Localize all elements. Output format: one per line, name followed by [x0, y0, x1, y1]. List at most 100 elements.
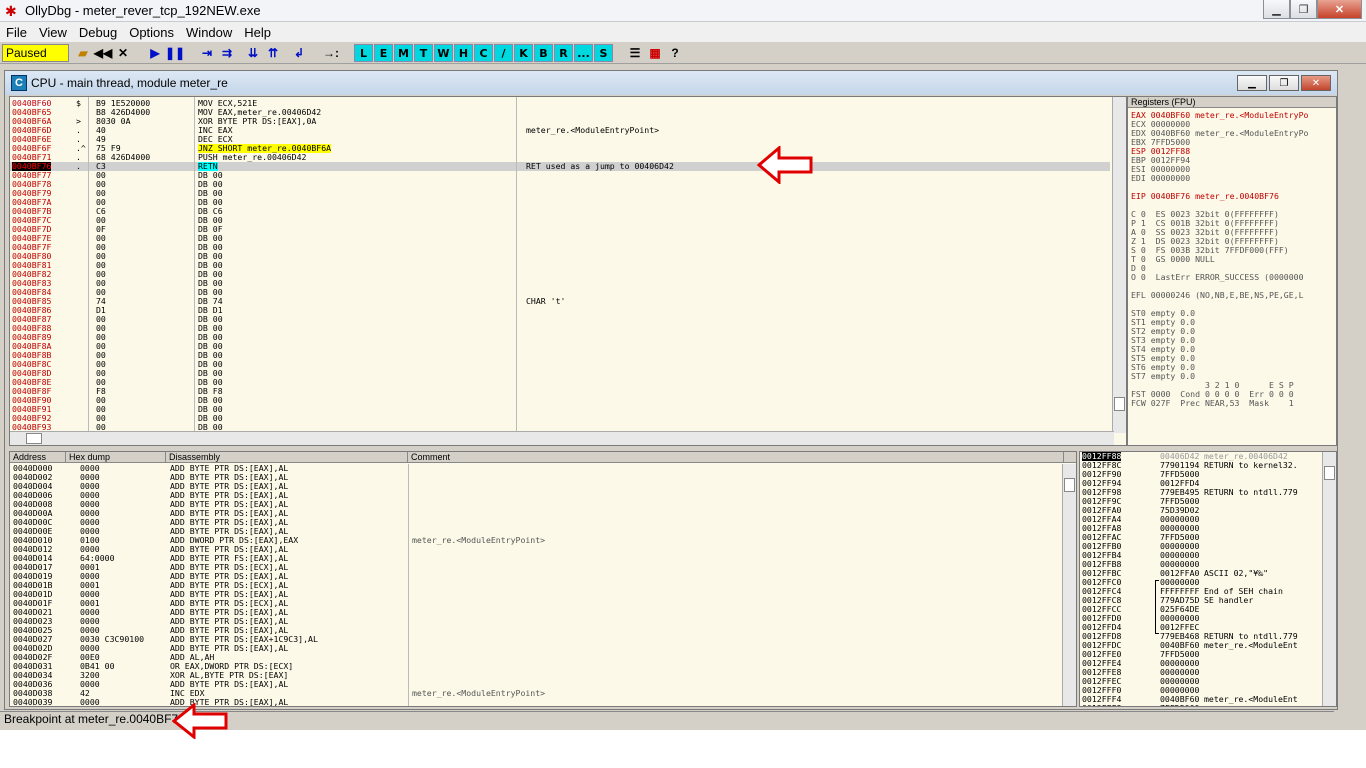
disassembly-vscrollbar[interactable]	[1112, 97, 1126, 433]
registers-pane[interactable]: Registers (FPU) EAX 0040BF60 meter_re.<M…	[1127, 96, 1337, 446]
run-icon[interactable]: ▶	[146, 44, 164, 62]
dump-row[interactable]: 0040D00C 0000 ADD BYTE PTR DS:[EAX],AL	[10, 518, 1064, 527]
dump-row[interactable]: 0040D038 42 INC EDX meter_re.<ModuleEntryPo…	[10, 689, 1064, 698]
restart-icon[interactable]: ◀◀	[94, 44, 112, 62]
trace-into-icon[interactable]: ⇊	[244, 44, 262, 62]
dump-row[interactable]: 0040D004 0000 ADD BYTE PTR DS:[EAX],AL	[10, 482, 1064, 491]
close-program-icon[interactable]: ✕	[114, 44, 132, 62]
dump-row[interactable]: 0040D027 0030 C3C90100 ADD BYTE PTR DS:[EA…	[10, 635, 1064, 644]
open-icon[interactable]: ▰	[74, 44, 92, 62]
minimize-button[interactable]: ▁	[1263, 0, 1290, 19]
menu-debug[interactable]: Debug	[73, 25, 123, 40]
stack-row[interactable]: 0012FFF8 7FFD5000	[1080, 704, 1324, 707]
disasm-row[interactable]: 0040BF8A 00 DB 00	[10, 342, 1110, 351]
disasm-row[interactable]: 0040BF88 00 DB 00	[10, 324, 1110, 333]
goto-icon[interactable]: →:	[322, 44, 340, 62]
dump-row[interactable]: 0040D017 0001 ADD BYTE PTR DS:[ECX],AL	[10, 563, 1064, 572]
dump-row[interactable]: 0040D002 0000 ADD BYTE PTR DS:[EAX],AL	[10, 473, 1064, 482]
disasm-row[interactable]: 0040BF80 00 DB 00	[10, 252, 1110, 261]
disasm-row[interactable]: 0040BF78 00 DB 00	[10, 180, 1110, 189]
dump-row[interactable]: 0040D02D 0000 ADD BYTE PTR DS:[EAX],AL	[10, 644, 1064, 653]
disasm-row[interactable]: 0040BF85 74 DB 74 CHAR 't'	[10, 297, 1110, 306]
register-line[interactable]: O 0 LastErr ERROR_SUCCESS (0000000	[1131, 273, 1308, 282]
call-stack-button[interactable]: K	[514, 44, 533, 62]
register-line[interactable]: FCW 027F Prec NEAR,53 Mask 1	[1131, 399, 1308, 408]
log-window-button[interactable]: L	[354, 44, 373, 62]
executable-modules-button[interactable]: E	[374, 44, 393, 62]
cpu-button[interactable]: C	[474, 44, 493, 62]
dump-row[interactable]: 0040D000 0000 ADD BYTE PTR DS:[EAX],AL	[10, 464, 1064, 473]
patches-button[interactable]: /	[494, 44, 513, 62]
dump-col-hex[interactable]: Hex dump	[66, 452, 166, 463]
disasm-row[interactable]: 0040BF8E 00 DB 00	[10, 378, 1110, 387]
disasm-row[interactable]: 0040BF60 $ B9 1E520000 MOV ECX,521E	[10, 99, 1110, 108]
pause-icon[interactable]: ❚❚	[165, 44, 185, 62]
stack-vscrollbar[interactable]	[1322, 452, 1336, 706]
threads-button[interactable]: T	[414, 44, 433, 62]
disasm-row[interactable]: 0040BF86 D1 DB D1	[10, 306, 1110, 315]
disasm-row[interactable]: 0040BF7A 00 DB 00	[10, 198, 1110, 207]
cpu-close-button[interactable]: ✕	[1301, 75, 1331, 91]
dump-col-comment[interactable]: Comment	[408, 452, 1064, 463]
scroll-thumb[interactable]	[1064, 478, 1075, 492]
dump-row[interactable]: 0040D025 0000 ADD BYTE PTR DS:[EAX],AL	[10, 626, 1064, 635]
disasm-row[interactable]: 0040BF76. C3 RETN RET used as a jump to 004…	[10, 162, 1110, 171]
dump-pane[interactable]: Address Hex dump Disassembly Comment 004…	[9, 451, 1077, 707]
execute-till-return-icon[interactable]: ↲	[290, 44, 308, 62]
breakpoints-button[interactable]: B	[534, 44, 553, 62]
step-into-icon[interactable]: ⇥	[198, 44, 216, 62]
disasm-row[interactable]: 0040BF8F F8 DB F8	[10, 387, 1110, 396]
close-button[interactable]: ✕	[1317, 0, 1362, 19]
register-line[interactable]: T 0 GS 0000 NULL	[1131, 255, 1308, 264]
disasm-row[interactable]: 0040BF92 00 DB 00	[10, 414, 1110, 423]
register-line[interactable]: EFL 00000246 (NO,NB,E,BE,NS,PE,GE,L	[1131, 291, 1308, 300]
dump-col-address[interactable]: Address	[10, 452, 66, 463]
disasm-row[interactable]: 0040BF8D 00 DB 00	[10, 369, 1110, 378]
disasm-row[interactable]: 0040BF6E. 49 DEC ECX	[10, 135, 1110, 144]
dump-row[interactable]: 0040D01F 0001 ADD BYTE PTR DS:[ECX],AL	[10, 599, 1064, 608]
colors-icon[interactable]: ▦	[646, 44, 664, 62]
dump-row[interactable]: 0040D023 0000 ADD BYTE PTR DS:[EAX],AL	[10, 617, 1064, 626]
disasm-row[interactable]: 0040BF65 B8 426D4000 MOV EAX,meter_re.0040…	[10, 108, 1110, 117]
dump-row[interactable]: 0040D031 0B41 00 OR EAX,DWORD PTR DS:[ECX]	[10, 662, 1064, 671]
trace-over-icon[interactable]: ⇈	[264, 44, 282, 62]
dump-row[interactable]: 0040D010 0100 ADD DWORD PTR DS:[EAX],EAX me…	[10, 536, 1064, 545]
scroll-thumb[interactable]	[1114, 397, 1125, 411]
dump-row[interactable]: 0040D021 0000 ADD BYTE PTR DS:[EAX],AL	[10, 608, 1064, 617]
stack-pane[interactable]: 0012FF88 00406D42 meter_re.00406D42 0012FF8…	[1079, 451, 1337, 707]
disasm-row[interactable]: 0040BF8C 00 DB 00	[10, 360, 1110, 369]
dump-row[interactable]: 0040D01D 0000 ADD BYTE PTR DS:[EAX],AL	[10, 590, 1064, 599]
source-button[interactable]: S	[594, 44, 613, 62]
disasm-row[interactable]: 0040BF83 00 DB 00	[10, 279, 1110, 288]
memory-map-button[interactable]: M	[394, 44, 413, 62]
handles-button[interactable]: H	[454, 44, 473, 62]
list-icon[interactable]: ☰	[626, 44, 644, 62]
menu-file[interactable]: File	[0, 25, 33, 40]
disassembly-pane[interactable]: 0040BF60 $ B9 1E520000 MOV ECX,521E 0040BF65…	[9, 96, 1127, 446]
disassembly-hscrollbar[interactable]	[10, 431, 1114, 445]
references-button[interactable]: R	[554, 44, 573, 62]
disasm-row[interactable]: 0040BF91 00 DB 00	[10, 405, 1110, 414]
dump-row[interactable]: 0040D01B 0001 ADD BYTE PTR DS:[ECX],AL	[10, 581, 1064, 590]
disasm-row[interactable]: 0040BF77 00 DB 00	[10, 171, 1110, 180]
disasm-row[interactable]: 0040BF8B 00 DB 00	[10, 351, 1110, 360]
register-line[interactable]: EDI 00000000	[1131, 174, 1308, 183]
disasm-row[interactable]: 0040BF6F .^ 75 F9 JNZ SHORT meter_re.0040BF…	[10, 144, 1110, 153]
disasm-row[interactable]: 0040BF87 00 DB 00	[10, 315, 1110, 324]
disasm-row[interactable]: 0040BF7F 00 DB 00	[10, 243, 1110, 252]
scroll-thumb[interactable]	[1324, 466, 1335, 480]
windows-button[interactable]: W	[434, 44, 453, 62]
dump-col-disassembly[interactable]: Disassembly	[166, 452, 408, 463]
dump-row[interactable]: 0040D014 64:0000 ADD BYTE PTR FS:[EAX],AL	[10, 554, 1064, 563]
dump-row[interactable]: 0040D02F 00E0 ADD AL,AH	[10, 653, 1064, 662]
disasm-row[interactable]: 0040BF7D 0F DB 0F	[10, 225, 1110, 234]
cpu-maximize-button[interactable]: ❐	[1269, 75, 1299, 91]
dump-vscrollbar[interactable]	[1062, 464, 1076, 706]
dump-row[interactable]: 0040D019 0000 ADD BYTE PTR DS:[EAX],AL	[10, 572, 1064, 581]
disasm-row[interactable]: 0040BF7B C6 DB C6	[10, 207, 1110, 216]
dump-row[interactable]: 0040D006 0000 ADD BYTE PTR DS:[EAX],AL	[10, 491, 1064, 500]
register-line[interactable]: EIP 0040BF76 meter_re.0040BF76	[1131, 192, 1308, 201]
dump-row[interactable]: 0040D00A 0000 ADD BYTE PTR DS:[EAX],AL	[10, 509, 1064, 518]
dump-row[interactable]: 0040D034 3200 XOR AL,BYTE PTR DS:[EAX]	[10, 671, 1064, 680]
menu-options[interactable]: Options	[123, 25, 180, 40]
